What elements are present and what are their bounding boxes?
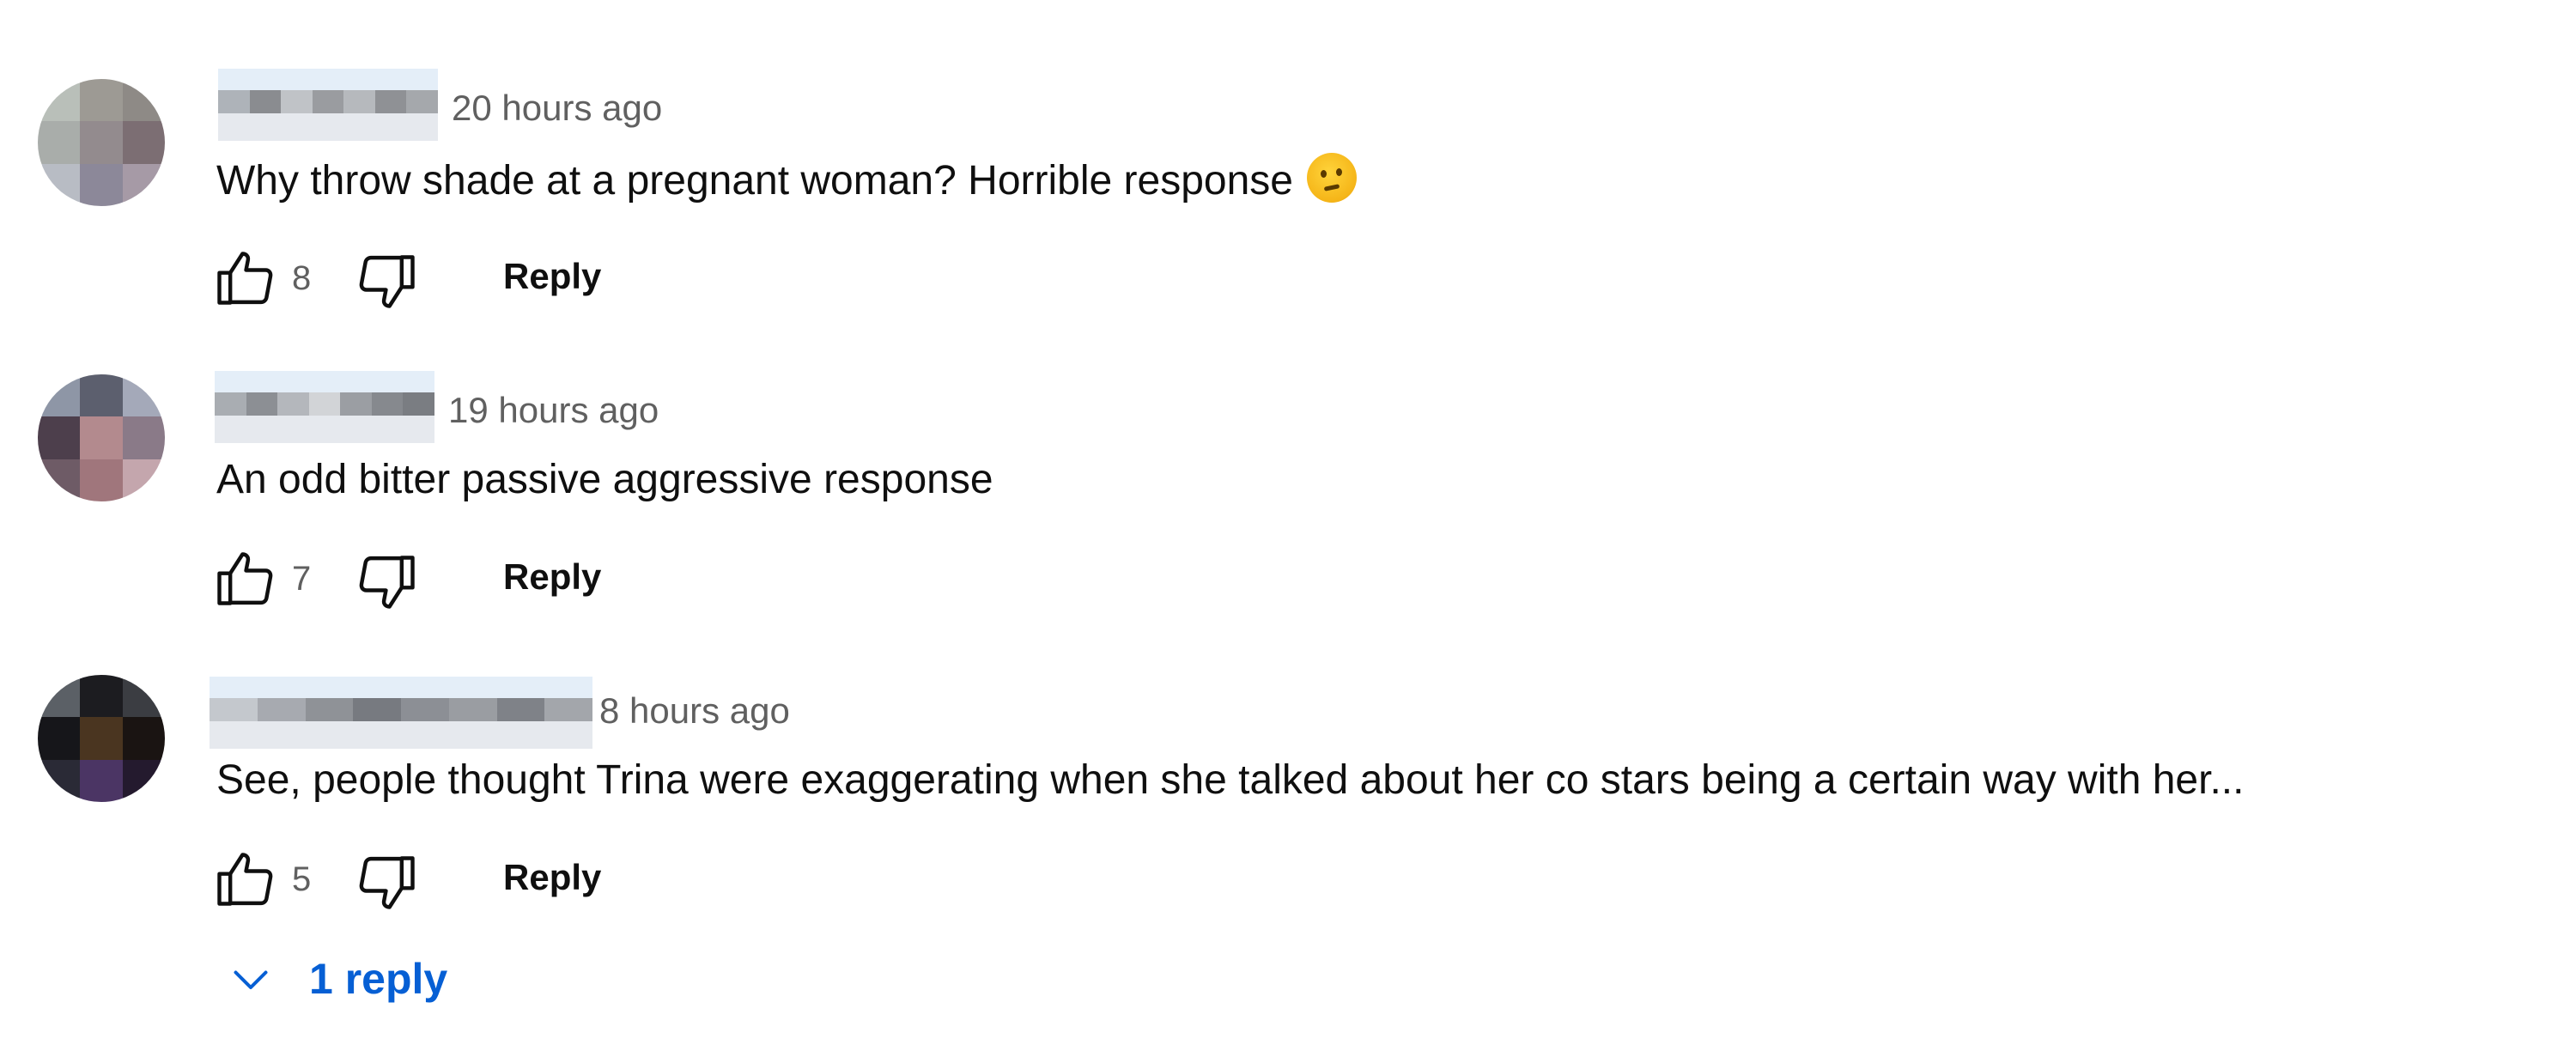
author-name-pixel bbox=[343, 69, 375, 141]
avatar-pixel bbox=[38, 717, 81, 760]
avatar-pixel bbox=[38, 416, 81, 459]
comment-actions: 5 Reply bbox=[211, 847, 726, 915]
author-name-pixel bbox=[403, 371, 434, 443]
author-name[interactable] bbox=[218, 69, 438, 141]
like-count: 8 bbox=[292, 259, 312, 297]
thumbs-down-icon[interactable] bbox=[355, 850, 421, 915]
author-name-pixel bbox=[401, 677, 449, 749]
avatar-pixel bbox=[80, 717, 123, 760]
avatar[interactable] bbox=[38, 675, 165, 802]
avatar-pixel bbox=[38, 121, 81, 164]
avatar-pixel bbox=[122, 79, 165, 122]
avatar-pixel bbox=[80, 374, 123, 417]
view-replies-button[interactable]: 1 reply bbox=[225, 945, 447, 1013]
comment-timestamp[interactable]: 19 hours ago bbox=[448, 390, 659, 431]
avatar-pixel bbox=[122, 374, 165, 417]
avatar-pixel bbox=[122, 459, 165, 501]
comment-actions: 7 Reply bbox=[211, 546, 726, 615]
author-name-pixel bbox=[277, 371, 309, 443]
avatar-pixel bbox=[38, 759, 81, 802]
avatar-pixel bbox=[122, 717, 165, 760]
chevron-down-icon bbox=[234, 970, 268, 989]
comment-actions: 8 Reply bbox=[211, 246, 726, 314]
author-name-pixel bbox=[340, 371, 372, 443]
avatar-pixel bbox=[80, 121, 123, 164]
avatar-pixel bbox=[80, 759, 123, 802]
avatar-pixel bbox=[122, 675, 165, 718]
author-name-pixel bbox=[406, 69, 438, 141]
avatar-pixel bbox=[80, 79, 123, 122]
thumbs-up-icon[interactable] bbox=[211, 847, 276, 912]
avatar-pixel bbox=[80, 459, 123, 501]
avatar-pixel bbox=[38, 675, 81, 718]
author-name-pixel bbox=[215, 371, 246, 443]
avatar-pixel bbox=[122, 163, 165, 206]
avatar[interactable] bbox=[38, 374, 165, 501]
replies-count-label: 1 reply bbox=[309, 955, 448, 1003]
avatar-pixel bbox=[122, 416, 165, 459]
like-count: 7 bbox=[292, 560, 312, 598]
avatar-pixel bbox=[80, 163, 123, 206]
comment-text: An odd bitter passive aggressive respons… bbox=[216, 455, 993, 505]
author-name[interactable] bbox=[215, 371, 434, 443]
comment-text: See, people thought Trina were exaggerat… bbox=[216, 756, 2244, 805]
thumbs-up-icon[interactable] bbox=[211, 546, 276, 611]
author-name-pixel bbox=[249, 69, 282, 141]
comment-text-content: See, people thought Trina were exaggerat… bbox=[216, 757, 2245, 803]
thumbs-down-icon[interactable] bbox=[355, 249, 421, 314]
author-name-pixel bbox=[308, 371, 341, 443]
thumbs-down-icon[interactable] bbox=[355, 550, 421, 615]
thinking-face-icon bbox=[1307, 153, 1357, 203]
avatar-pixel bbox=[38, 79, 81, 122]
author-name-pixel bbox=[448, 677, 497, 749]
author-name-pixel bbox=[210, 677, 258, 749]
comment-text: Why throw shade at a pregnant woman? Hor… bbox=[216, 153, 1357, 206]
author-name-pixel bbox=[305, 677, 354, 749]
author-name-pixel bbox=[218, 69, 250, 141]
author-name-pixel bbox=[496, 677, 545, 749]
reply-button[interactable]: Reply bbox=[503, 855, 601, 900]
author-name-pixel bbox=[281, 69, 313, 141]
avatar-pixel bbox=[38, 163, 81, 206]
author-name-pixel bbox=[312, 69, 344, 141]
avatar-pixel bbox=[38, 374, 81, 417]
reply-button[interactable]: Reply bbox=[503, 555, 601, 599]
comment-text-content: An odd bitter passive aggressive respons… bbox=[216, 457, 993, 502]
author-name-pixel bbox=[371, 371, 404, 443]
avatar-pixel bbox=[38, 459, 81, 501]
author-name-pixel bbox=[544, 677, 592, 749]
comment-timestamp[interactable]: 20 hours ago bbox=[452, 88, 662, 129]
like-count: 5 bbox=[292, 860, 312, 898]
author-name-pixel bbox=[246, 371, 278, 443]
thumbs-up-icon[interactable] bbox=[211, 246, 276, 311]
avatar-pixel bbox=[122, 121, 165, 164]
comment-text-content: Why throw shade at a pregnant woman? Hor… bbox=[216, 158, 1293, 204]
avatar-pixel bbox=[80, 416, 123, 459]
author-name-pixel bbox=[257, 677, 306, 749]
avatar-pixel bbox=[122, 759, 165, 802]
author-name-pixel bbox=[353, 677, 401, 749]
avatar[interactable] bbox=[38, 79, 165, 206]
avatar-pixel bbox=[80, 675, 123, 718]
reply-button[interactable]: Reply bbox=[503, 254, 601, 299]
comment-timestamp[interactable]: 8 hours ago bbox=[599, 690, 790, 732]
author-name-pixel bbox=[374, 69, 407, 141]
author-name[interactable] bbox=[210, 677, 592, 749]
